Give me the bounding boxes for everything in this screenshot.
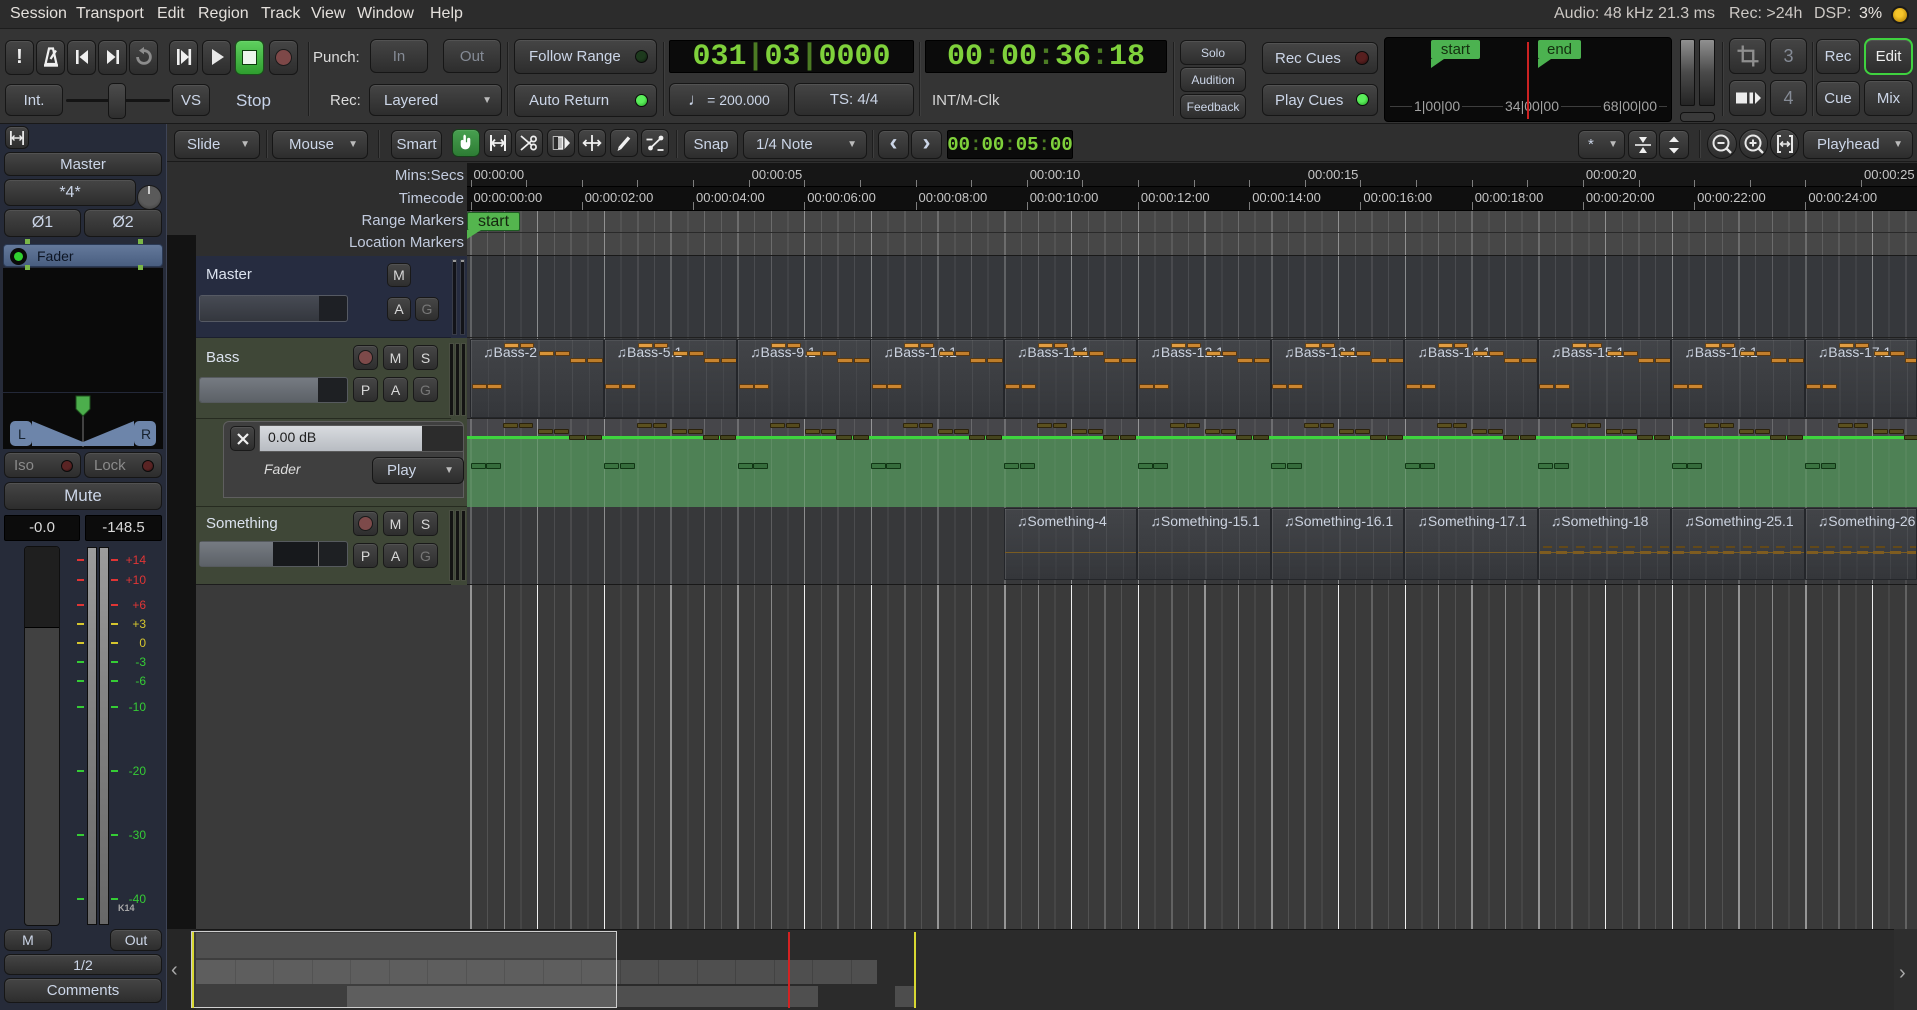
- svg-text:R: R: [141, 426, 151, 442]
- svg-text:L: L: [18, 426, 26, 442]
